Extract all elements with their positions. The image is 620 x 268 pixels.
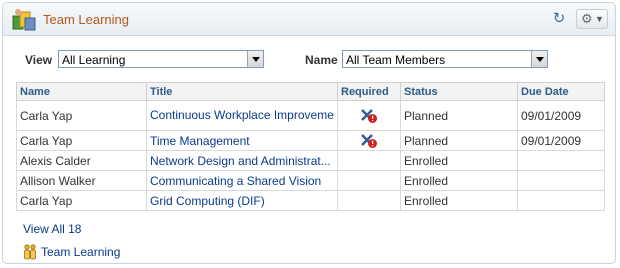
row-name: Alexis Calder [16,150,147,171]
table-row: Carla Yap Grid Computing (DIF) Enrolled [16,190,605,211]
row-due-date [517,150,605,171]
view-all-link[interactable]: View All 18 [23,222,81,236]
dropdown-arrow-icon [531,51,547,67]
row-title-link[interactable]: Time Management [146,130,338,151]
view-filter-select[interactable]: All Learning [58,50,264,68]
gear-icon: ⚙ [581,11,593,26]
row-required [337,150,401,171]
name-filter-label: Name [305,53,338,67]
row-title-link[interactable]: Communicating a Shared Vision [146,170,338,191]
row-status: Planned [400,130,518,151]
table-row: Carla Yap Continuous Workplace Improveme… [16,100,605,131]
row-due-date [517,170,605,191]
row-status: Enrolled [400,150,518,171]
row-required [337,190,401,211]
table-row: Alexis Calder Network Design and Adminis… [16,150,605,171]
row-status: Enrolled [400,190,518,211]
table-header-row: Name Title Required Status Due Date [16,82,605,101]
row-name: Carla Yap [16,130,147,151]
team-learning-pagelet: Team Learning ↻ ⚙ ▼ View All Learning Na… [2,2,616,264]
column-header-name: Name [16,82,147,101]
dropdown-arrow-icon [247,51,263,67]
team-icon [24,244,36,260]
view-filter-value: All Learning [62,53,126,67]
row-name: Carla Yap [16,190,147,211]
pagelet-header: Team Learning ↻ ⚙ ▼ [3,3,615,36]
row-due-date: 09/01/2009 [517,100,605,131]
view-filter-label: View [25,53,53,67]
pagelet-title: Team Learning [43,12,129,27]
footer-link-label: Team Learning [41,245,121,259]
row-name: Allison Walker [16,170,147,191]
refresh-icon[interactable]: ↻ [551,11,567,27]
chevron-down-icon: ▼ [595,14,604,24]
row-required [337,170,401,191]
column-header-status: Status [400,82,518,101]
table-row: Carla Yap Time Management Planned 09/01/… [16,130,605,151]
row-due-date: 09/01/2009 [517,130,605,151]
name-filter-value: All Team Members [346,53,446,67]
row-title-link[interactable]: Continuous Workplace Improveme [146,100,338,131]
name-filter-select[interactable]: All Team Members [342,50,548,68]
required-icon [361,108,377,123]
required-icon [361,133,377,148]
row-name: Carla Yap [16,100,147,131]
row-status: Planned [400,100,518,131]
team-learning-icon [12,9,36,31]
column-header-due-date: Due Date [517,82,605,101]
column-header-title: Title [146,82,338,101]
row-required [337,100,401,131]
settings-menu-button[interactable]: ⚙ ▼ [576,9,608,29]
row-title-link[interactable]: Network Design and Administrat... [146,150,338,171]
row-required [337,130,401,151]
learning-table: Name Title Required Status Due Date Carl… [16,82,605,211]
row-due-date [517,190,605,211]
row-title-link[interactable]: Grid Computing (DIF) [146,190,338,211]
row-status: Enrolled [400,170,518,191]
table-row: Allison Walker Communicating a Shared Vi… [16,170,605,191]
column-header-required: Required [337,82,401,101]
